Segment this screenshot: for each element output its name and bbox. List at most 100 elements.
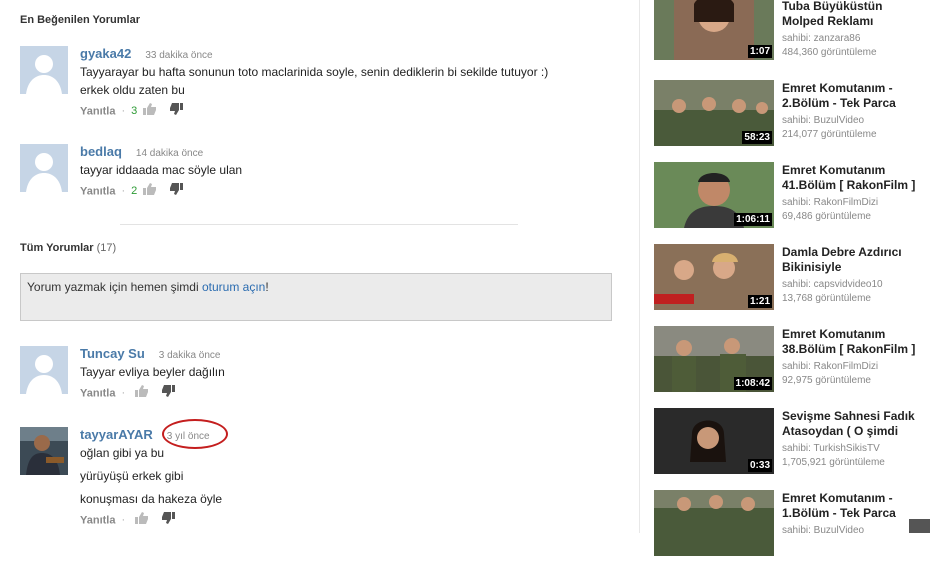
related-videos-sidebar: 1:07 Tuba Büyüküstün Molped Reklamı sahi…	[639, 0, 930, 556]
comment-text: yürüyüşü erkek gibi	[80, 469, 184, 483]
all-comments-title: Tüm Yorumlar	[20, 242, 94, 254]
video-duration: 0:33	[747, 459, 772, 472]
video-duration: 1:21	[747, 295, 772, 308]
sign-in-link[interactable]: oturum açın	[202, 280, 265, 294]
video-owner[interactable]: sahibi: RakonFilmDizi	[782, 360, 930, 374]
video-thumbnail[interactable]: 58:23	[654, 80, 774, 146]
reply-button[interactable]: Yanıtla	[80, 387, 115, 399]
separator-dot: ·	[121, 514, 126, 527]
reply-button[interactable]: Yanıtla	[80, 514, 115, 526]
like-count: 2	[131, 185, 138, 198]
thumbs-up-icon[interactable]	[143, 103, 157, 120]
comment-author[interactable]: gyaka42	[80, 46, 131, 61]
thumbs-down-icon[interactable]	[169, 103, 184, 120]
default-avatar-icon	[20, 346, 68, 394]
video-owner[interactable]: sahibi: TurkishSikisTV	[782, 442, 930, 456]
comment-text: oğlan gibi ya bu	[80, 446, 165, 460]
comment-author[interactable]: Tuncay Su	[80, 346, 145, 361]
comment-text: erkek oldu zaten bu	[80, 83, 185, 97]
video-title[interactable]: Tuba Büyüküstün	[782, 0, 930, 14]
video-title[interactable]: 2.Bölüm - Tek Parca	[782, 96, 930, 111]
avatar[interactable]	[20, 144, 68, 192]
all-comments-heading: Tüm Yorumlar (17)	[20, 242, 116, 254]
video-owner[interactable]: sahibi: BuzulVideo	[782, 524, 930, 538]
video-views: 1,705,921 görüntüleme	[782, 457, 885, 468]
comment-time[interactable]: 14 dakika önce	[136, 148, 203, 159]
like-count: 3	[131, 105, 138, 118]
video-owner[interactable]: sahibi: capsvidvideo10	[782, 278, 930, 292]
video-duration: 1:06:11	[734, 213, 772, 226]
video-thumbnail[interactable]: 0:33	[654, 408, 774, 474]
video-title[interactable]: Damla Debre Azdırıcı	[782, 245, 930, 260]
video-duration: 1:07	[747, 45, 772, 58]
all-comments-count: (17)	[96, 242, 117, 254]
related-video-item[interactable]: 1:07 Tuba Büyüküstün Molped Reklamı sahi…	[654, 0, 930, 72]
comment-text: Tayyar evliya beyler dağılın	[80, 365, 225, 379]
video-title[interactable]: 38.Bölüm [ RakonFilm ]	[782, 342, 930, 357]
video-views: 92,975 görüntüleme	[782, 375, 871, 386]
video-views: 484,360 görüntüleme	[782, 47, 877, 58]
scroll-to-top-button[interactable]	[909, 519, 930, 533]
comments-panel: En Beğenilen Yorumlar gyaka42 33 dakika ö…	[0, 0, 630, 533]
video-title[interactable]: 41.Bölüm [ RakonFilm ]	[782, 178, 930, 193]
related-video-item[interactable]: 0:33 Sevişme Sahnesi Fadık Atasoydan ( O…	[654, 408, 930, 480]
comment-text: Tayyarayar bu hafta sonunun toto maclari…	[80, 65, 549, 79]
video-title[interactable]: Atasoydan ( O şimdi	[782, 424, 930, 439]
avatar[interactable]	[20, 346, 68, 394]
compose-suffix: !	[265, 280, 269, 294]
video-thumbnail[interactable]	[654, 490, 774, 556]
video-title[interactable]: Emret Komutanım	[782, 327, 930, 342]
comment-text: konuşması da hakeza öyle	[80, 492, 223, 506]
compose-prompt: Yorum yazmak için hemen şimdi	[27, 280, 202, 294]
video-title[interactable]: 1.Bölüm - Tek Parca	[782, 506, 930, 521]
video-views: 13,768 görüntüleme	[782, 293, 871, 304]
separator-dot: ·	[121, 105, 126, 118]
video-thumbnail[interactable]: 1:06:11	[654, 162, 774, 228]
video-title[interactable]: Emret Komutanım -	[782, 491, 930, 506]
related-video-item[interactable]: Emret Komutanım - 1.Bölüm - Tek Parca sa…	[654, 490, 930, 562]
top-comments-heading: En Beğenilen Yorumlar	[20, 14, 141, 26]
video-duration: 1:08:42	[733, 377, 772, 390]
reply-button[interactable]: Yanıtla	[80, 185, 115, 197]
video-duration: 58:23	[742, 131, 772, 144]
avatar[interactable]	[20, 46, 68, 94]
video-title[interactable]: Molped Reklamı	[782, 14, 930, 29]
separator-dot: ·	[121, 185, 126, 198]
video-title[interactable]: Emret Komutanım -	[782, 81, 930, 96]
video-views: 214,077 görüntüleme	[782, 129, 877, 140]
comment-time[interactable]: 33 dakika önce	[145, 50, 212, 61]
thumbs-up-icon[interactable]	[143, 183, 157, 200]
comment-text: tayyar iddaada mac söyle ulan	[80, 163, 243, 177]
video-title[interactable]: Bikinisiyle	[782, 260, 930, 275]
video-thumbnail[interactable]: 1:21	[654, 244, 774, 310]
related-video-item[interactable]: 58:23 Emret Komutanım - 2.Bölüm - Tek Pa…	[654, 80, 930, 152]
related-video-item[interactable]: 1:21 Damla Debre Azdırıcı Bikinisiyle sa…	[654, 244, 930, 316]
video-thumbnail[interactable]: 1:08:42	[654, 326, 774, 392]
default-avatar-icon	[20, 144, 68, 192]
related-video-item[interactable]: 1:08:42 Emret Komutanım 38.Bölüm [ Rakon…	[654, 326, 930, 398]
video-thumbnail[interactable]: 1:07	[654, 0, 774, 60]
thumbs-down-icon[interactable]	[161, 385, 176, 402]
reply-button[interactable]: Yanıtla	[80, 105, 115, 117]
comment-compose-box[interactable]: Yorum yazmak için hemen şimdi oturum açı…	[20, 273, 612, 321]
comment-time[interactable]: 3 dakika önce	[159, 350, 221, 361]
user-photo-icon	[20, 427, 68, 475]
avatar[interactable]	[20, 427, 68, 475]
thumbs-up-icon[interactable]	[135, 512, 149, 529]
video-title[interactable]: Emret Komutanım	[782, 163, 930, 178]
thumbs-up-icon[interactable]	[135, 385, 149, 402]
video-owner[interactable]: sahibi: BuzulVideo	[782, 114, 930, 128]
related-video-item[interactable]: 1:06:11 Emret Komutanım 41.Bölüm [ Rakon…	[654, 162, 930, 234]
comment-author[interactable]: tayyarAYAR	[80, 427, 153, 442]
section-divider	[120, 224, 518, 225]
annotation-circle	[162, 419, 228, 449]
video-title[interactable]: Sevişme Sahnesi Fadık	[782, 409, 930, 424]
video-owner[interactable]: sahibi: zanzara86	[782, 32, 930, 46]
thumbs-down-icon[interactable]	[161, 512, 176, 529]
comment-author[interactable]: bedlaq	[80, 144, 122, 159]
video-owner[interactable]: sahibi: RakonFilmDizi	[782, 196, 930, 210]
default-avatar-icon	[20, 46, 68, 94]
thumbs-down-icon[interactable]	[169, 183, 184, 200]
separator-dot: ·	[121, 387, 126, 400]
video-views: 69,486 görüntüleme	[782, 211, 871, 222]
